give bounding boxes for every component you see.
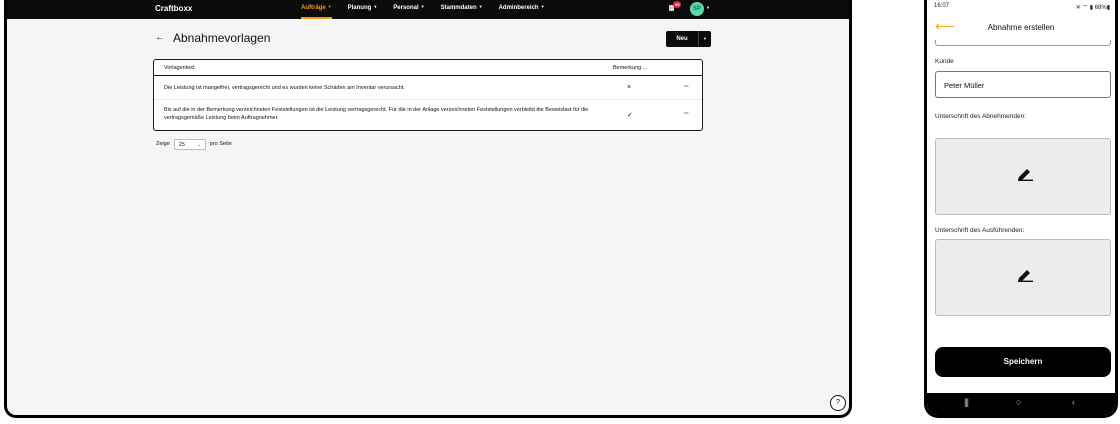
chevron-down-icon: ▼ [540,4,545,9]
nav-label: Adminbereich [498,5,539,11]
user-avatar[interactable]: SP [690,2,704,16]
android-nav-bar: ||| ○ ‹ [927,393,1115,415]
nav-item-auftraege[interactable]: Aufträge ▼ [301,0,332,19]
back-icon[interactable]: ‹ [1072,397,1075,407]
table-row[interactable]: Bis auf die in der Bemerkung verzeichnet… [154,100,702,130]
signature-executor-pad[interactable] [935,239,1111,316]
template-text: Bis auf die in der Bemerkung verzeichnet… [164,107,589,121]
chevron-down-icon: ▼ [327,4,332,9]
chevron-down-icon: ▼ [420,4,425,9]
new-template-button[interactable]: Neu ▼ [666,31,711,47]
page-header: ← Abnahmevorlagen Neu ▼ [155,30,711,50]
x-icon: × [627,84,632,91]
table-row[interactable]: Die Leistung ist mangelfrei, vertragsger… [154,76,702,100]
pager-prefix: Zeige [156,141,170,147]
nav-item-planung[interactable]: Planung ▼ [348,0,378,19]
column-header-text[interactable]: Vorlagentext [164,65,195,71]
more-options-icon[interactable]: ··· [684,111,689,117]
brand-logo[interactable]: Craftboxx [155,4,192,13]
pen-icon [1018,169,1033,181]
nav-item-stammdaten[interactable]: Stammdaten ▼ [441,0,483,19]
nav-label: Planung [347,5,372,11]
nav-item-personal[interactable]: Personal ▼ [393,0,424,19]
check-icon: ✓ [627,112,633,119]
home-icon[interactable]: ○ [1016,397,1021,407]
top-navigation-bar: Craftboxx Aufträge ▼ Planung ▼ Personal ▼ S… [7,0,849,19]
table-header: Vorlagentext Bemerkung ... [154,60,702,76]
signature-executor-label: Unterschrift des Ausführenden: [935,227,1025,234]
notification-badge: 99 [673,1,682,8]
signature-receiver-label: Unterschrift des Abnehmenden: [935,113,1027,120]
status-time: 16:07 [934,3,950,9]
signature-receiver-pad[interactable] [935,138,1111,215]
status-icons: ✕ ⌔ ▮ 68%▮ [1075,5,1110,11]
nav-item-adminbereich[interactable]: Adminbereich ▼ [499,0,545,19]
template-text: Die Leistung ist mangelfrei, vertragsger… [164,85,405,91]
column-header-remark[interactable]: Bemerkung ... [613,65,647,71]
mobile-app-window: 16:07 ✕ ⌔ ▮ 68%▮ ⟵ Abnahme erstellen Kun… [924,0,1118,418]
chevron-down-icon[interactable]: ▼ [706,5,710,10]
chevron-down-icon[interactable]: ▼ [699,31,711,47]
chevron-down-icon: ⌄ [197,141,201,147]
main-nav: Aufträge ▼ Planung ▼ Personal ▼ Stammdaten ▼… [301,0,561,19]
page-size-value: 25 [178,141,185,148]
nav-label: Aufträge [301,5,326,11]
pen-icon [1018,270,1033,282]
chevron-down-icon: ▼ [478,4,483,9]
page-size-select[interactable]: 25 ⌄ [173,138,206,150]
pagination-size: Zeige 25 ⌄ pro Seite [156,137,232,151]
nav-label: Stammdaten [440,5,477,11]
more-options-icon[interactable]: ··· [684,84,689,90]
pager-suffix: pro Seite [209,141,232,147]
arrow-left-icon[interactable]: ← [155,32,165,43]
customer-label: Kunde [935,58,954,65]
recent-apps-icon[interactable]: ||| [964,397,969,407]
page-title: Abnahme erstellen [987,23,1055,32]
nav-label: Personal [393,5,419,11]
status-bar: 16:07 ✕ ⌔ ▮ 68%▮ [927,0,1115,11]
templates-table: Vorlagentext Bemerkung ... Die Leistung … [153,59,703,131]
help-button[interactable]: ? [830,395,846,411]
previous-field-edge [935,40,1111,46]
chevron-down-icon: ▼ [373,4,378,9]
save-button[interactable]: Speichern [935,347,1111,377]
page-title: Abnahmevorlagen [173,31,271,45]
new-button-label[interactable]: Neu [666,31,699,47]
customer-field[interactable]: Peter Müller [935,71,1111,98]
notifications-button[interactable]: 99 [669,1,682,12]
